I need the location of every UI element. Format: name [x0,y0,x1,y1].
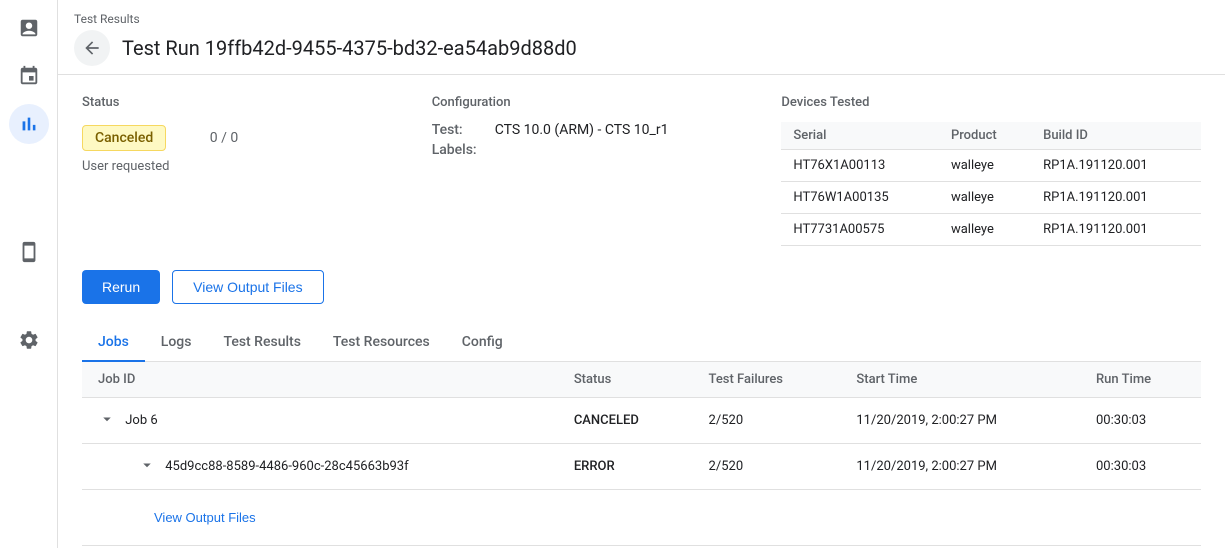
jobs-col-runtime: Run Time [1080,362,1201,398]
job-start-time: 11/20/2019, 2:00:27 PM [840,398,1080,444]
content-area: Status Canceled 0 / 0 User requested Con… [58,75,1225,548]
sub-job-status: ERROR [558,444,693,490]
config-labels-label: Labels: [432,142,487,158]
device-table-row: HT76X1A00113 walleye RP1A.191120.001 [781,150,1201,182]
devices-col-product: Product [939,122,1031,150]
device-buildid: RP1A.191120.001 [1031,150,1201,182]
jobs-table: Job ID Status Test Failures Start Time R… [82,362,1201,546]
device-product: walleye [939,150,1031,182]
back-button[interactable] [74,30,110,66]
devices-col-serial: Serial [781,122,939,150]
devices-block: Devices Tested Serial Product Build ID H… [781,95,1201,246]
job-status: CANCELED [558,398,693,444]
title-row: Test Run 19ffb42d-9455-4375-bd32-ea54ab9… [74,30,1201,66]
sub-expand-button[interactable] [138,456,156,477]
tab-test-results[interactable]: Test Results [207,324,316,362]
jobs-col-start: Start Time [840,362,1080,398]
device-table-row: HT7731A00575 walleye RP1A.191120.001 [781,214,1201,246]
tab-jobs[interactable]: Jobs [82,324,145,362]
device-product: walleye [939,182,1031,214]
sidebar-item-tasks[interactable] [9,8,49,48]
tab-config[interactable]: Config [446,324,519,362]
device-table-row: HT76W1A00135 walleye RP1A.191120.001 [781,182,1201,214]
status-block: Status Canceled 0 / 0 User requested [82,95,432,246]
status-sub: User requested [82,159,432,174]
job-failures: 2/520 [693,398,841,444]
sidebar-item-settings[interactable] [9,320,49,360]
view-output-button[interactable]: View Output Files [172,270,323,304]
devices-table: Serial Product Build ID HT76X1A00113 wal… [781,122,1201,246]
job-id-cell: Job 6 [82,398,558,444]
jobs-table-row: Job 6 CANCELED 2/520 11/20/2019, 2:00:27… [82,398,1201,444]
device-serial: HT76W1A00135 [781,182,939,214]
config-title: Configuration [432,95,782,110]
device-buildid: RP1A.191120.001 [1031,214,1201,246]
devices-title: Devices Tested [781,95,1201,110]
page-title: Test Run 19ffb42d-9455-4375-bd32-ea54ab9… [122,36,577,60]
tab-logs[interactable]: Logs [145,324,208,362]
device-serial: HT76X1A00113 [781,150,939,182]
header: Test Results Test Run 19ffb42d-9455-4375… [58,0,1225,75]
sub-job-runtime: 00:30:03 [1080,444,1201,490]
device-buildid: RP1A.191120.001 [1031,182,1201,214]
view-output-row: View Output Files [82,490,1201,546]
tab-test-resources[interactable]: Test Resources [317,324,446,362]
sidebar [0,0,58,548]
jobs-sub-row: 45d9cc88-8589-4486-960c-28c45663b93f ERR… [82,444,1201,490]
job-runtime: 00:30:03 [1080,398,1201,444]
devices-col-buildid: Build ID [1031,122,1201,150]
job-id-label: Job 6 [125,413,157,428]
status-badge: Canceled [82,125,166,151]
sidebar-item-calendar[interactable] [9,56,49,96]
jobs-col-status: Status [558,362,693,398]
device-serial: HT7731A00575 [781,214,939,246]
action-row: Rerun View Output Files [82,270,1201,304]
sub-job-id-cell: 45d9cc88-8589-4486-960c-28c45663b93f [82,444,558,490]
sub-job-failures: 2/520 [693,444,841,490]
sub-job-start: 11/20/2019, 2:00:27 PM [840,444,1080,490]
main-content: Test Results Test Run 19ffb42d-9455-4375… [58,0,1225,548]
sidebar-item-analytics[interactable] [9,104,49,144]
progress-text: 0 / 0 [210,130,238,146]
expand-button[interactable] [98,410,116,431]
sidebar-item-devices[interactable] [9,232,49,272]
info-section: Status Canceled 0 / 0 User requested Con… [82,95,1201,246]
breadcrumb: Test Results [74,12,1201,26]
device-product: walleye [939,214,1031,246]
devices-table-header-row: Serial Product Build ID [781,122,1201,150]
jobs-table-header-row: Job ID Status Test Failures Start Time R… [82,362,1201,398]
jobs-col-id: Job ID [82,362,558,398]
jobs-col-failures: Test Failures [693,362,841,398]
config-test-row: Test: CTS 10.0 (ARM) - CTS 10_r1 [432,122,782,138]
tabs-bar: Jobs Logs Test Results Test Resources Co… [82,324,1201,362]
config-labels-row: Labels: [432,142,782,158]
config-test-label: Test: [432,122,487,138]
status-title: Status [82,95,432,110]
view-output-link-button[interactable]: View Output Files [98,502,272,533]
rerun-button[interactable]: Rerun [82,270,160,304]
view-output-cell: View Output Files [82,490,1201,546]
sub-job-id-label: 45d9cc88-8589-4486-960c-28c45663b93f [165,459,408,474]
config-test-value: CTS 10.0 (ARM) - CTS 10_r1 [495,122,669,138]
config-block: Configuration Test: CTS 10.0 (ARM) - CTS… [432,95,782,246]
